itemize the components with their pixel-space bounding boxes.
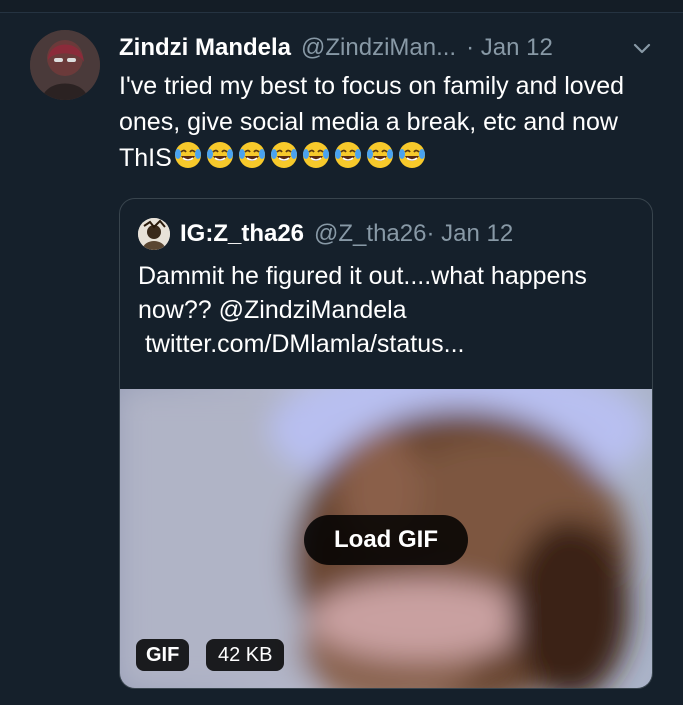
author-name[interactable]: Zindzi Mandela <box>119 34 291 62</box>
quoted-link[interactable]: twitter.com/DMlamla/status... <box>138 327 638 361</box>
author-handle[interactable]: @ZindziMan... <box>301 34 456 62</box>
chevron-down-icon[interactable] <box>629 36 655 60</box>
file-size-badge: 42 KB <box>206 639 285 671</box>
quoted-author-handle[interactable]: @Z_tha26 <box>314 220 426 248</box>
quoted-tweet-header: IG:Z_tha26 @Z_tha26 · Jan 12 <box>138 218 513 250</box>
load-gif-button[interactable]: Load GIF <box>304 515 468 565</box>
quoted-text-line: now?? @ZindziMandela <box>138 296 407 324</box>
quoted-avatar <box>138 218 170 250</box>
quoted-author-name[interactable]: IG:Z_tha26 <box>180 220 304 248</box>
quoted-avatar-image <box>138 218 170 250</box>
quoted-tweet[interactable]: IG:Z_tha26 @Z_tha26 · Jan 12 Dammit he f… <box>119 198 653 689</box>
face-with-tears-of-joy-icon <box>398 142 425 168</box>
face-with-tears-of-joy-icon <box>270 142 297 168</box>
face-with-tears-of-joy-icon <box>206 142 233 168</box>
gif-badge: GIF <box>136 639 190 671</box>
quoted-text: Dammit he figured it out....what happens… <box>138 259 638 361</box>
face-with-tears-of-joy-icon <box>302 142 329 168</box>
tweet-date[interactable]: · Jan 12 <box>466 34 553 62</box>
top-divider <box>0 0 683 13</box>
avatar[interactable] <box>30 30 100 100</box>
face-with-tears-of-joy-icon <box>334 142 361 168</box>
avatar-image <box>30 30 100 100</box>
quoted-text-line: Dammit he figured it out....what happens <box>138 262 587 290</box>
face-with-tears-of-joy-icon <box>238 142 265 168</box>
tweet-header: Zindzi Mandela @ZindziMan... · Jan 12 <box>119 32 653 64</box>
tweet-text: I've tried my best to focus on family an… <box>119 68 659 176</box>
emoji-row <box>173 140 427 170</box>
face-with-tears-of-joy-icon <box>174 142 201 168</box>
gif-media[interactable]: Load GIF GIF 42 KB <box>120 389 652 688</box>
quoted-date[interactable]: · Jan 12 <box>426 220 513 248</box>
face-with-tears-of-joy-icon <box>366 142 393 168</box>
